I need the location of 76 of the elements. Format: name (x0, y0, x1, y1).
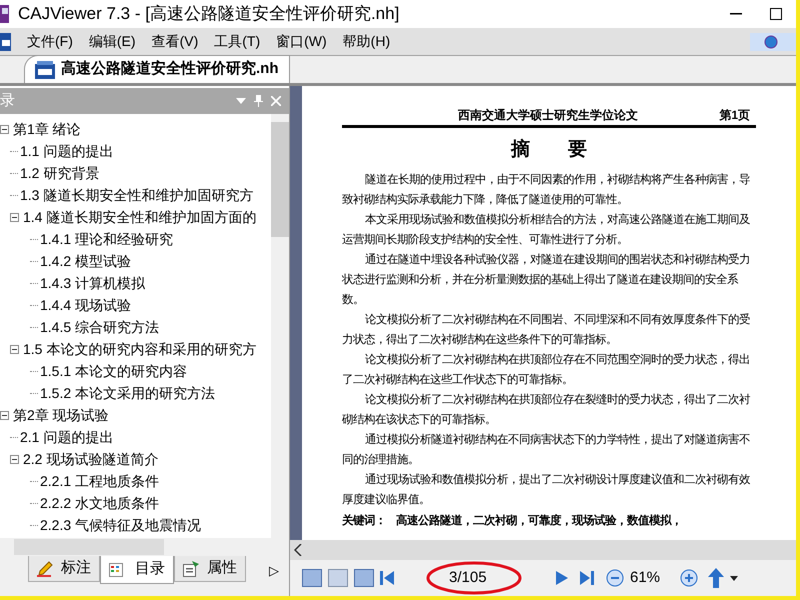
body-paragraph: 隧道在长期的使用过程中，由于不同因素的作用，衬砌结构将产生各种病害，导致衬砌结构实际承载能力下降，降低了隧道使用的可靠性。 (342, 170, 751, 208)
zoom-in-icon[interactable] (680, 569, 698, 587)
tree-item[interactable]: 1.3 隧道长期安全性和维护加固研究方 (18, 184, 256, 206)
globe-icon (764, 34, 778, 48)
collapse-icon[interactable] (10, 344, 19, 354)
keywords-label: 关键词： (342, 513, 386, 528)
tree-item[interactable]: 1.5.2 本论文采用的研究方法 (38, 382, 218, 404)
first-page-icon[interactable] (380, 570, 394, 586)
app-icon (0, 3, 10, 25)
body-paragraph: 本文采用现场试验和数值模拟分析相结合的方法，对高速公路隧道在施工期间及运营期间长期阶段支护结构的安全性、可靠性进行了分析。 (342, 210, 751, 248)
minimize-icon (730, 13, 742, 15)
keywords-text: 高速公路隧道，二次衬砌，可靠度，现场试验，数值模拟， (396, 513, 682, 528)
collapse-icon[interactable] (0, 124, 9, 134)
tree-item[interactable]: 1.5.1 本论文的研究内容 (38, 360, 190, 382)
body-paragraph: 通过模拟分析隧道衬砌结构在不同病害状态下的力学特性，提出了对隧道病害不同的治理措施。 (342, 430, 751, 468)
last-page-icon[interactable] (580, 570, 594, 586)
tree-item[interactable]: 2.2.2 水文地质条件 (38, 492, 162, 514)
pin-icon[interactable] (254, 95, 263, 107)
tree-item[interactable]: 1.1 问题的提出 (18, 140, 116, 162)
body-paragraph: 论文模拟分析了二次衬砌结构在拱顶部位存在裂缝时的受力状态，得出了二次衬砌结构在该状态下的可靠指标。 (342, 390, 752, 428)
next-page-icon[interactable] (556, 570, 568, 586)
document-icon[interactable] (0, 32, 12, 52)
tree-item[interactable]: 2.2.3 气候特征及地震情况 (38, 514, 204, 536)
menu-item[interactable]: 文件(F) (20, 31, 80, 52)
tree-item[interactable]: 1.4.4 现场试验 (38, 294, 134, 316)
page-heading: 摘 要 (510, 138, 588, 162)
panel-tab[interactable]: 目录 (100, 556, 174, 584)
body-paragraph: 论文模拟分析了二次衬砌结构在不同围岩、不同埋深和不同有效厚度条件下的受力状态，得出了二次衬砌结构在这些条件下的可靠指标。 (342, 310, 751, 348)
horizontal-scrollbar[interactable] (0, 538, 289, 556)
tree-item[interactable]: 2.2 现场试验隧道简介 (21, 448, 160, 470)
document-icon (35, 60, 55, 78)
scroll-left-icon[interactable] (294, 544, 302, 556)
panel-title: 录 (0, 90, 15, 111)
collapse-icon[interactable] (10, 212, 19, 222)
tree-item[interactable]: 1.4.2 模型试验 (38, 250, 134, 272)
tree-item[interactable]: 2.2.1 工程地质条件 (38, 470, 162, 492)
tree-item[interactable]: 第2章 现场试验 (11, 404, 111, 426)
collapse-icon[interactable] (10, 454, 19, 464)
zoom-out-icon[interactable] (606, 569, 624, 587)
tree-item[interactable]: 1.2 研究背景 (18, 162, 102, 184)
dropdown-icon[interactable] (730, 576, 738, 580)
pencil-icon (37, 560, 53, 576)
tree-item[interactable]: 1.4 隧道长期安全性和维护加固方面的 (21, 206, 258, 228)
body-paragraph: 论文模拟分析了二次衬砌结构在拱顶部位存在不同范围空洞时的受力状态，得出了二次衬砌结构在这些工作状态下的可靠指标。 (342, 350, 751, 388)
menu-item[interactable]: 帮助(H) (336, 31, 398, 52)
panel-tab[interactable]: 标注 (28, 556, 100, 582)
page-number: 第1页 (719, 107, 750, 124)
document-tab[interactable]: 高速公路隧道安全性评价研究.nh (24, 55, 290, 83)
tree-item[interactable]: 1.5 本论文的研究内容和采用的研究方 (21, 338, 258, 360)
tree-item[interactable]: 1.4.3 计算机模拟 (38, 272, 148, 294)
body-paragraph: 通过在隧道中埋设各种试验仪器，对隧道在建设期间的围岩状态和衬砌结构受力状态进行监测和分析，并在分析量测数据的基础上得出了隧道在建设期间的安全系数。 (342, 250, 751, 308)
horizontal-scrollbar[interactable] (290, 540, 796, 560)
globe-button[interactable] (750, 32, 796, 50)
page-header: 西南交通大学硕士研究生学位论文 (458, 107, 638, 124)
single-page-button[interactable] (302, 569, 322, 587)
panel-tab[interactable]: 属性 (174, 556, 246, 582)
list-icon (109, 562, 123, 576)
up-arrow-icon[interactable] (708, 568, 724, 588)
menu-item[interactable]: 工具(T) (207, 31, 268, 52)
window-title: CAJViewer 7.3 - [高速公路隧道安全性评价研究.nh] (18, 3, 400, 26)
tree-item[interactable]: 1.4.5 综合研究方法 (38, 316, 162, 338)
tree-item[interactable]: 第1章 绪论 (11, 118, 83, 140)
body-paragraph: 通过现场试验和数值模拟分析，提出了二次衬砌设计厚度建议值和二次衬砌有效厚度建议临界值。 (342, 470, 751, 508)
scrollbar[interactable] (271, 114, 289, 538)
menu-item[interactable]: 查看(V) (144, 31, 206, 52)
tab-scroll-button[interactable]: ▷ (269, 561, 279, 580)
close-icon[interactable] (271, 96, 281, 106)
continuous-page-button[interactable] (354, 569, 374, 587)
menu-item[interactable]: 编辑(E) (82, 31, 143, 52)
menu-item[interactable]: 窗口(W) (269, 31, 334, 52)
zoom-level: 61% (630, 568, 662, 588)
collapse-icon[interactable] (0, 410, 9, 420)
tree-item[interactable]: 2.1 问题的提出 (18, 426, 116, 448)
maximize-icon (770, 8, 782, 20)
tree-item[interactable]: 1.4.1 理论和经验研究 (38, 228, 176, 250)
properties-icon (183, 560, 199, 576)
